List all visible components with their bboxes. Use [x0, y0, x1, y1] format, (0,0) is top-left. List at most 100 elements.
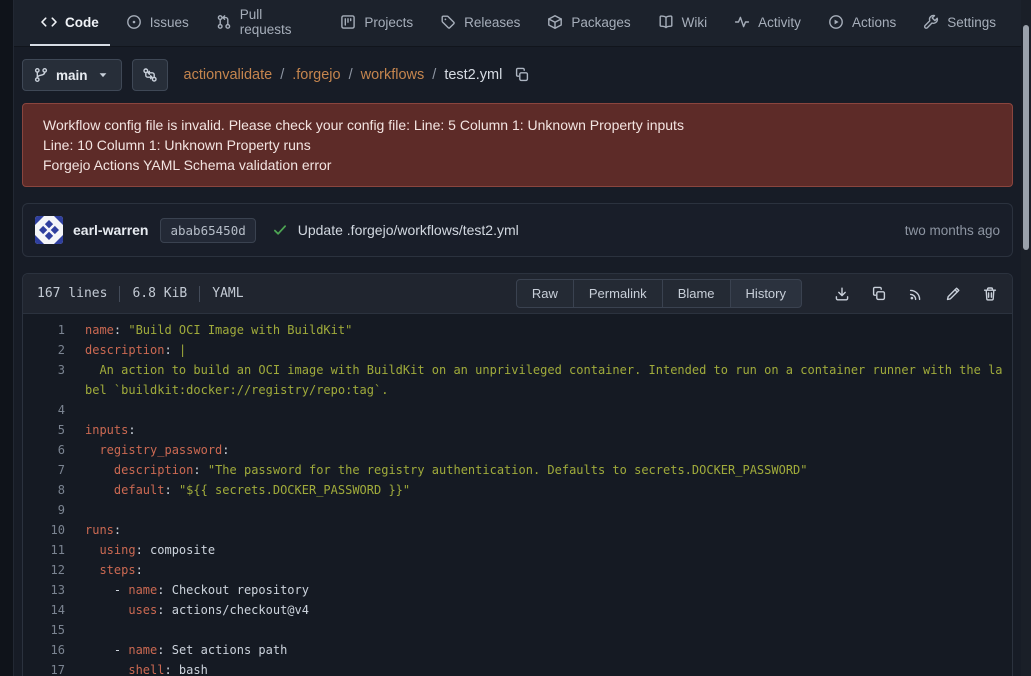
- commit-hash[interactable]: abab65450d: [160, 218, 255, 243]
- commit-author[interactable]: earl-warren: [73, 222, 148, 238]
- git-compare-icon: [142, 67, 158, 83]
- commit-message[interactable]: Update .forgejo/workflows/test2.yml: [298, 222, 519, 238]
- file-meta-item: YAML: [212, 286, 243, 301]
- avatar[interactable]: [35, 216, 63, 244]
- file-meta: 167 lines 6.8 KiB YAML: [37, 286, 244, 302]
- download-icon[interactable]: [834, 286, 850, 302]
- line-number[interactable]: 15: [23, 620, 79, 640]
- code-text: - name: Set actions path: [79, 640, 1012, 660]
- edit-icon[interactable]: [945, 286, 961, 302]
- line-number[interactable]: 8: [23, 480, 79, 500]
- line-number[interactable]: 3: [23, 360, 79, 400]
- line-number[interactable]: 17: [23, 660, 79, 676]
- branch-name: main: [56, 68, 88, 83]
- tab-actions[interactable]: Actions: [817, 0, 907, 46]
- line-number[interactable]: 9: [23, 500, 79, 520]
- error-line: Forgejo Actions YAML Schema validation e…: [43, 155, 992, 175]
- line-number[interactable]: 13: [23, 580, 79, 600]
- file-action-icons: [834, 286, 998, 302]
- tab-label: Code: [65, 15, 99, 30]
- code-text: An action to build an OCI image with Bui…: [79, 360, 1012, 400]
- scrollbar-thumb[interactable]: [1023, 25, 1029, 250]
- compare-button[interactable]: [132, 59, 168, 91]
- copy-icon[interactable]: [871, 286, 887, 302]
- breadcrumb-link[interactable]: workflows: [361, 67, 425, 83]
- line-number[interactable]: 7: [23, 460, 79, 480]
- line-number[interactable]: 16: [23, 640, 79, 660]
- code-text: [79, 620, 1012, 640]
- raw-button[interactable]: Raw: [516, 279, 574, 308]
- tab-activity[interactable]: Activity: [723, 0, 812, 46]
- commit-status-check-icon[interactable]: [272, 222, 288, 238]
- tab-code[interactable]: Code: [30, 0, 110, 46]
- window-left-edge: [0, 0, 14, 676]
- repo-content: main actionvalidate/.forgejo/workflows/t…: [14, 47, 1021, 676]
- repo-tabs: Code Issues Pull requests Projects ReleasesP…: [30, 0, 1009, 46]
- history-button[interactable]: History: [730, 279, 802, 308]
- code-text: steps:: [79, 560, 1012, 580]
- breadcrumb-link[interactable]: .forgejo: [292, 67, 340, 83]
- settings-icon: [923, 14, 939, 30]
- code-text: uses: actions/checkout@v4: [79, 600, 1012, 620]
- meta-divider: [119, 286, 120, 302]
- line-number[interactable]: 4: [23, 400, 79, 420]
- tab-pull-requests[interactable]: Pull requests: [205, 0, 325, 46]
- tab-label: Issues: [150, 15, 189, 30]
- blame-button[interactable]: Blame: [662, 279, 731, 308]
- code-line: 7 description: "The password for the reg…: [23, 460, 1012, 480]
- line-number[interactable]: 1: [23, 320, 79, 340]
- releases-icon: [440, 14, 456, 30]
- file-view-box: 167 lines 6.8 KiB YAML RawPermalinkBlameHi…: [22, 273, 1013, 676]
- permalink-button[interactable]: Permalink: [573, 279, 663, 308]
- tab-wiki[interactable]: Wiki: [647, 0, 719, 46]
- file-header-bar: 167 lines 6.8 KiB YAML RawPermalinkBlameHi…: [23, 274, 1012, 314]
- repo-tabs-bar: Code Issues Pull requests Projects ReleasesP…: [14, 0, 1021, 47]
- code-view: 1name: "Build OCI Image with BuildKit"2 d…: [23, 314, 1012, 676]
- tab-packages[interactable]: Packages: [536, 0, 641, 46]
- line-number[interactable]: 5: [23, 420, 79, 440]
- tab-issues[interactable]: Issues: [115, 0, 200, 46]
- tab-label: Activity: [758, 15, 801, 30]
- rss-icon[interactable]: [908, 286, 924, 302]
- file-view-buttons: RawPermalinkBlameHistory: [516, 279, 802, 308]
- repo-page: CodeIssuesPull requestsProjectsReleasesP…: [14, 0, 1021, 676]
- pull-request-icon: [216, 14, 232, 30]
- tab-projects[interactable]: Projects: [329, 0, 424, 46]
- tab-label: Pull requests: [240, 7, 314, 37]
- meta-divider: [199, 286, 200, 302]
- code-text: - name: Checkout repository: [79, 580, 1012, 600]
- code-text: shell: bash: [79, 660, 1012, 676]
- line-number[interactable]: 12: [23, 560, 79, 580]
- scrollbar-track[interactable]: [1021, 0, 1031, 676]
- error-line: Line: 10 Column 1: Unknown Property runs: [43, 135, 992, 155]
- code-line: 15: [23, 620, 1012, 640]
- issues-icon: [126, 14, 142, 30]
- file-meta-item: 6.8 KiB: [132, 286, 187, 301]
- code-text: name: "Build OCI Image with BuildKit": [79, 320, 1012, 340]
- line-number[interactable]: 6: [23, 440, 79, 460]
- error-line: Workflow config file is invalid. Please …: [43, 115, 992, 135]
- breadcrumb-link[interactable]: actionvalidate: [184, 67, 273, 83]
- code-text: using: composite: [79, 540, 1012, 560]
- tab-settings[interactable]: Settings: [912, 0, 1007, 46]
- line-number[interactable]: 2: [23, 340, 79, 360]
- latest-commit-box: earl-warren abab65450d Update .forgejo/w…: [22, 203, 1013, 257]
- tab-label: Projects: [364, 15, 413, 30]
- commit-time: two months ago: [905, 223, 1000, 238]
- code-text: default: "${{ secrets.DOCKER_PASSWORD }}…: [79, 480, 1012, 500]
- git-branch-icon: [33, 67, 49, 83]
- line-number[interactable]: 10: [23, 520, 79, 540]
- wiki-icon: [658, 14, 674, 30]
- code-line: 4: [23, 400, 1012, 420]
- code-line: 1name: "Build OCI Image with BuildKit": [23, 320, 1012, 340]
- projects-icon: [340, 14, 356, 30]
- code-text: inputs:: [79, 420, 1012, 440]
- tab-releases[interactable]: Releases: [429, 0, 531, 46]
- line-number[interactable]: 11: [23, 540, 79, 560]
- file-meta-item: 167 lines: [37, 286, 107, 301]
- code-text: registry_password:: [79, 440, 1012, 460]
- branch-selector[interactable]: main: [22, 59, 122, 91]
- delete-icon[interactable]: [982, 286, 998, 302]
- line-number[interactable]: 14: [23, 600, 79, 620]
- copy-path-icon[interactable]: [514, 67, 530, 83]
